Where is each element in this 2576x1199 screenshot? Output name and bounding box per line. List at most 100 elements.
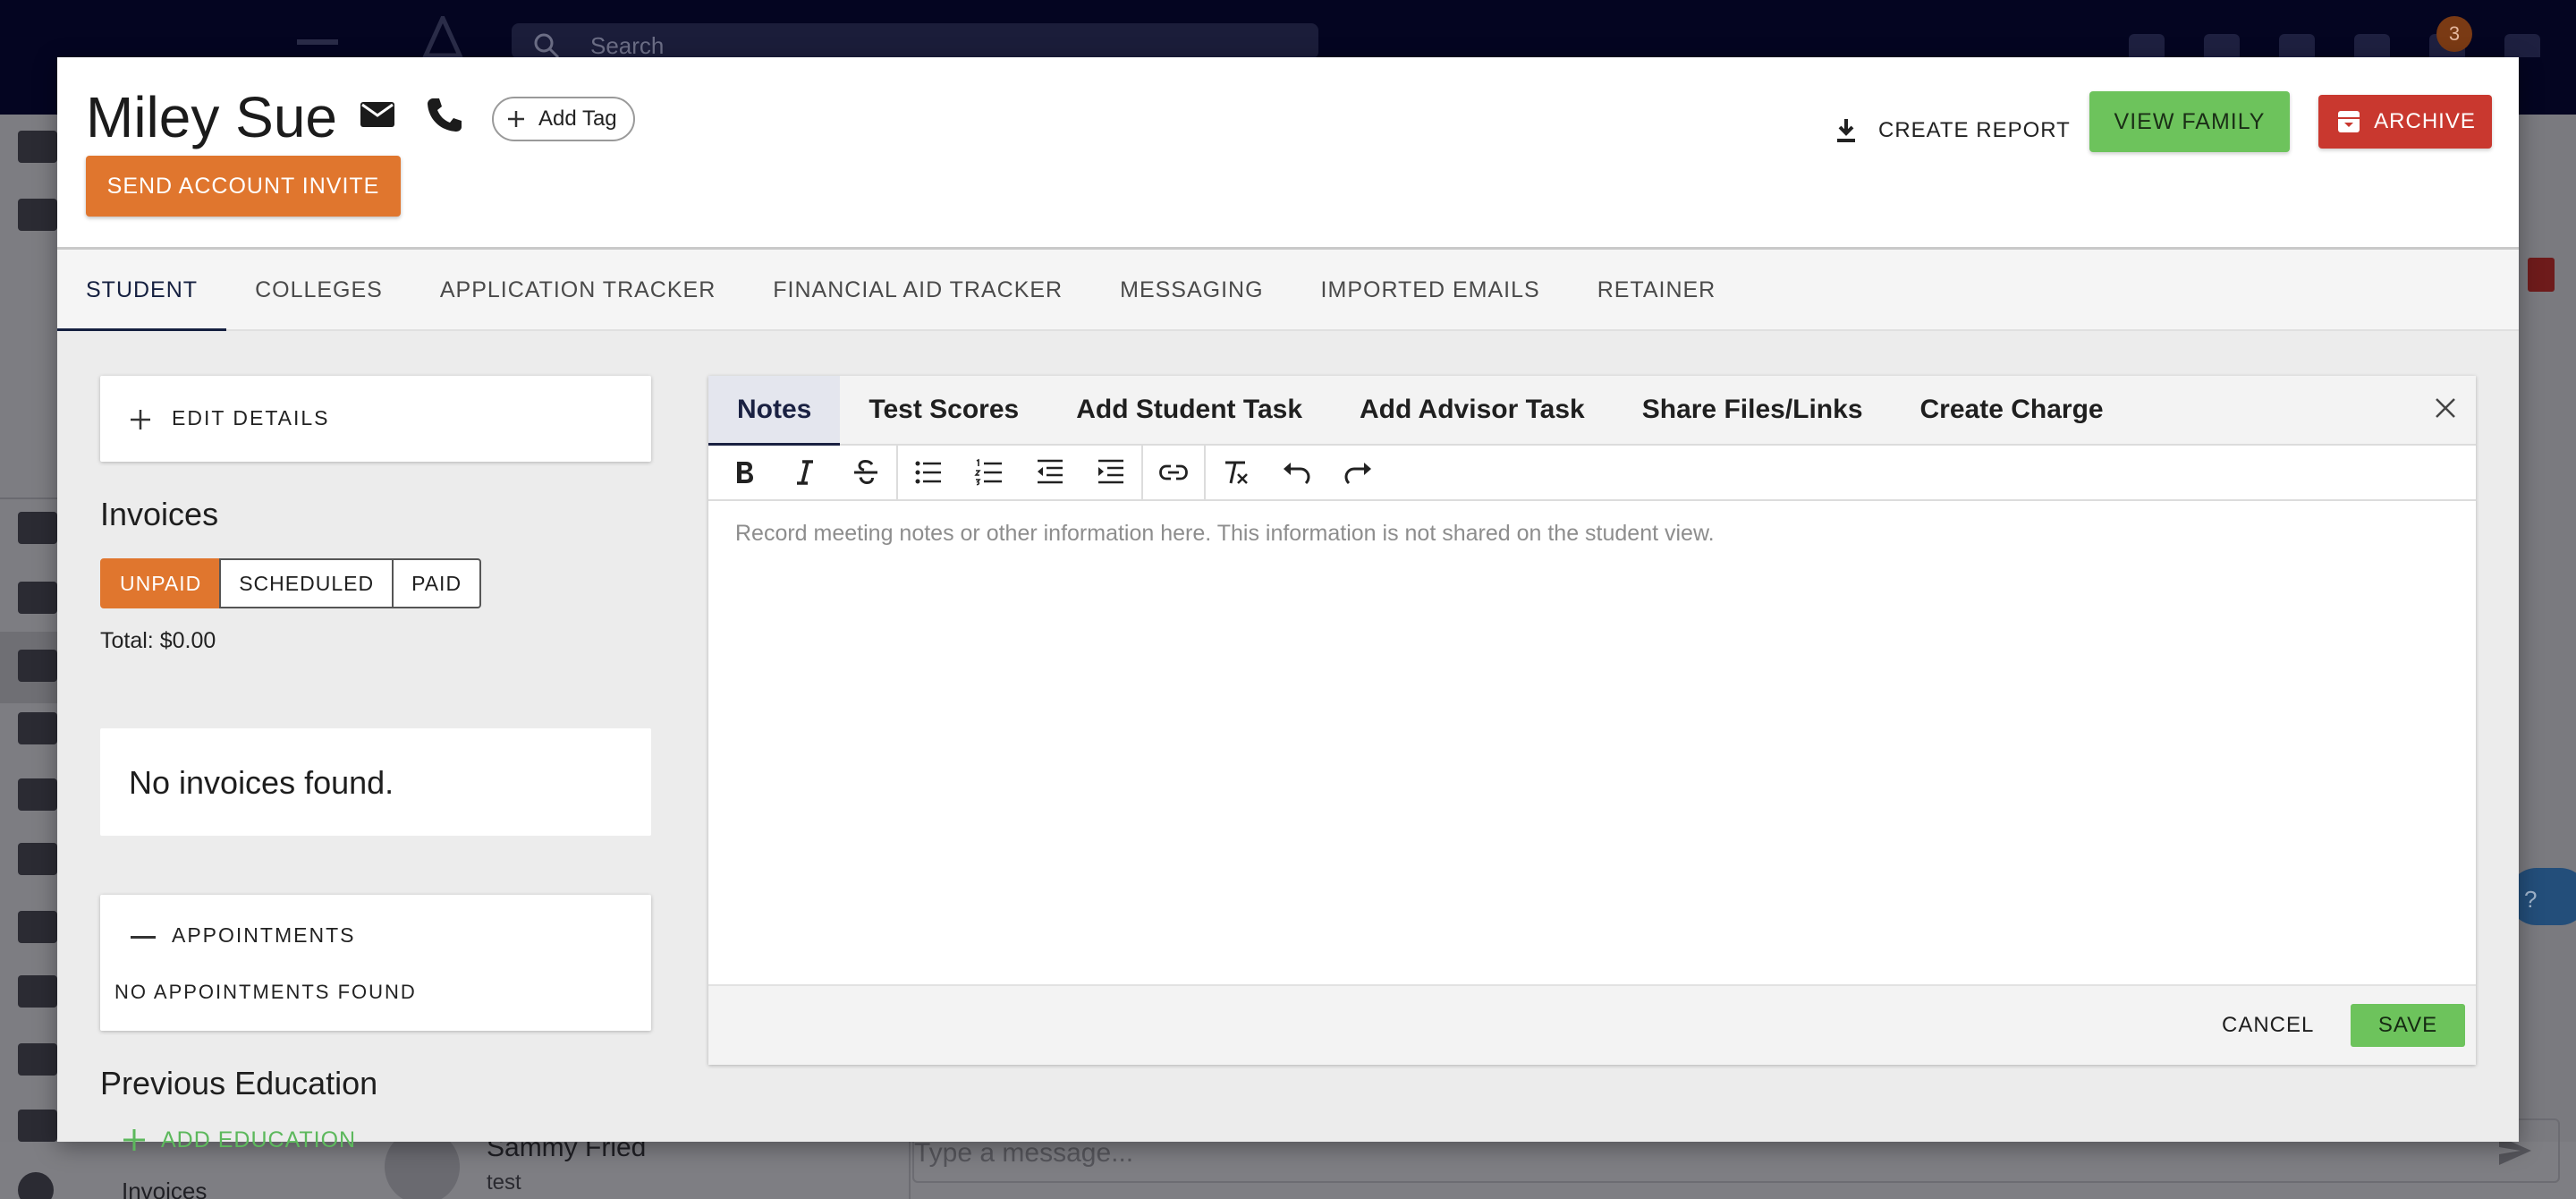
- tab-application-tracker[interactable]: APPLICATION TRACKER: [411, 250, 744, 330]
- clear-format-button[interactable]: [1206, 446, 1267, 498]
- student-modal: Miley Sue Add Tag SEND ACCOUNT INVITE CR…: [57, 57, 2519, 1152]
- list-icon: [18, 778, 57, 811]
- bold-icon: [737, 462, 753, 483]
- view-family-button[interactable]: VIEW FAMILY: [2089, 91, 2290, 152]
- global-search-input: Search: [512, 23, 1318, 59]
- edit-details-label: EDIT DETAILS: [172, 406, 330, 429]
- clear-format-icon: [1225, 461, 1248, 484]
- editor-footer: CANCEL SAVE: [708, 984, 2476, 1065]
- moon-icon: [2129, 34, 2165, 57]
- account-icon: [2504, 34, 2540, 57]
- numbered-list-button[interactable]: [959, 446, 1020, 498]
- notes-editor-panel: Notes Test Scores Add Student Task Add A…: [708, 376, 2476, 1065]
- editor-tab-test-scores[interactable]: Test Scores: [840, 376, 1047, 444]
- indent-button[interactable]: [1080, 446, 1141, 498]
- layers-icon: [18, 512, 57, 544]
- student-content: EDIT DETAILS Invoices UNPAID SCHEDULED P…: [57, 331, 2519, 1152]
- sidebar-divider: [0, 497, 57, 499]
- link-icon: [1159, 464, 1188, 480]
- tab-colleges[interactable]: COLLEGES: [226, 250, 411, 330]
- tab-messaging[interactable]: MESSAGING: [1091, 250, 1292, 330]
- filter-scheduled-button[interactable]: SCHEDULED: [219, 558, 394, 608]
- redo-icon: [1344, 463, 1371, 485]
- invoices-list: No invoices found.: [100, 728, 651, 836]
- editor-tab-notes[interactable]: Notes: [708, 376, 841, 446]
- phone-icon[interactable]: [424, 95, 463, 134]
- merge-icon: [18, 911, 57, 943]
- link-button[interactable]: [1143, 446, 1204, 498]
- outdent-icon: [1038, 459, 1063, 484]
- no-appointments-message: NO APPOINTMENTS FOUND: [114, 981, 417, 1003]
- cancel-button[interactable]: CANCEL: [2222, 1004, 2314, 1047]
- modal-header: Miley Sue Add Tag SEND ACCOUNT INVITE CR…: [57, 57, 2519, 247]
- dashboard-icon: [18, 131, 57, 163]
- add-education-button[interactable]: ADD EDUCATION: [122, 1127, 356, 1153]
- strikethrough-icon: [854, 459, 877, 485]
- invoice-filter: UNPAID SCHEDULED PAID: [100, 558, 482, 608]
- editor-tab-add-student-task[interactable]: Add Student Task: [1047, 376, 1331, 444]
- send-account-invite-button[interactable]: SEND ACCOUNT INVITE: [86, 156, 401, 217]
- notification-badge: 3: [2436, 16, 2472, 52]
- collapse-icon[interactable]: [131, 936, 156, 939]
- redo-button[interactable]: [1327, 446, 1388, 498]
- archive-icon: [2338, 111, 2360, 132]
- editor-toolbar: [708, 445, 2476, 501]
- document-icon: [18, 1043, 57, 1076]
- book-icon: [18, 975, 57, 1008]
- tab-imported-emails[interactable]: IMPORTED EMAILS: [1292, 250, 1569, 330]
- close-icon[interactable]: [2429, 392, 2462, 424]
- student-name: Miley Sue: [86, 85, 337, 149]
- invoice-total: Total: $0.00: [100, 628, 216, 653]
- bullet-list-icon: [915, 461, 941, 484]
- add-education-label: ADD EDUCATION: [161, 1127, 357, 1152]
- previous-education-title: Previous Education: [100, 1065, 378, 1101]
- filter-paid-button[interactable]: PAID: [392, 558, 482, 608]
- help-icon: [2204, 34, 2240, 57]
- add-tag-label: Add Tag: [538, 106, 617, 131]
- invoices-title: Invoices: [100, 496, 219, 532]
- filter-unpaid-button[interactable]: UNPAID: [100, 558, 222, 608]
- tab-retainer[interactable]: RETAINER: [1569, 250, 1745, 330]
- editor-tab-add-advisor-task[interactable]: Add Advisor Task: [1331, 376, 1614, 444]
- create-report-button[interactable]: CREATE REPORT: [1832, 104, 2071, 157]
- indent-icon: [1098, 459, 1123, 484]
- help-chat-label: ?: [2524, 886, 2538, 913]
- search-placeholder: Search: [590, 32, 665, 59]
- edit-details-button[interactable]: EDIT DETAILS: [100, 376, 651, 462]
- handshake-icon: [18, 650, 57, 682]
- appointments-card: APPOINTMENTS NO APPOINTMENTS FOUND: [100, 895, 651, 1031]
- email-icon[interactable]: [358, 95, 397, 134]
- italic-icon: [797, 460, 813, 485]
- search-icon: [534, 33, 560, 59]
- chat-icon: [2354, 34, 2390, 57]
- editor-tab-share-files-links[interactable]: Share Files/Links: [1614, 376, 1892, 444]
- save-button[interactable]: SAVE: [2351, 1004, 2465, 1047]
- archive-button[interactable]: ARCHIVE: [2318, 95, 2492, 149]
- plus-icon: [131, 410, 150, 429]
- tab-student[interactable]: STUDENT: [57, 250, 227, 332]
- add-tag-button[interactable]: Add Tag: [492, 97, 635, 141]
- appointments-label[interactable]: APPOINTMENTS: [172, 923, 355, 948]
- plus-icon: [508, 111, 524, 127]
- phone-icon: [2279, 34, 2315, 57]
- trash-icon: [2528, 258, 2555, 292]
- outdent-button[interactable]: [1020, 446, 1080, 498]
- bullet-list-button[interactable]: [898, 446, 959, 498]
- download-icon: [1837, 119, 1855, 142]
- plus-icon: [123, 1129, 145, 1151]
- contact-subtitle: test: [487, 1170, 521, 1195]
- italic-button[interactable]: [775, 446, 835, 498]
- numbered-list-icon: [974, 458, 1002, 486]
- notes-placeholder: Record meeting notes or other informatio…: [735, 521, 1715, 546]
- bold-button[interactable]: [714, 446, 775, 498]
- sidebar-item-invoices: Invoices: [122, 1178, 208, 1199]
- editor-tabs: Notes Test Scores Add Student Task Add A…: [708, 376, 2476, 446]
- undo-button[interactable]: [1267, 446, 1327, 498]
- people-icon: [18, 199, 57, 231]
- archive-label: ARCHIVE: [2374, 109, 2476, 133]
- strikethrough-button[interactable]: [835, 446, 896, 498]
- editor-tab-create-charge[interactable]: Create Charge: [1892, 376, 2132, 444]
- top-bar-icons: [2129, 34, 2540, 57]
- tab-financial-aid-tracker[interactable]: FINANCIAL AID TRACKER: [744, 250, 1091, 330]
- notes-textarea[interactable]: Record meeting notes or other informatio…: [708, 501, 2476, 984]
